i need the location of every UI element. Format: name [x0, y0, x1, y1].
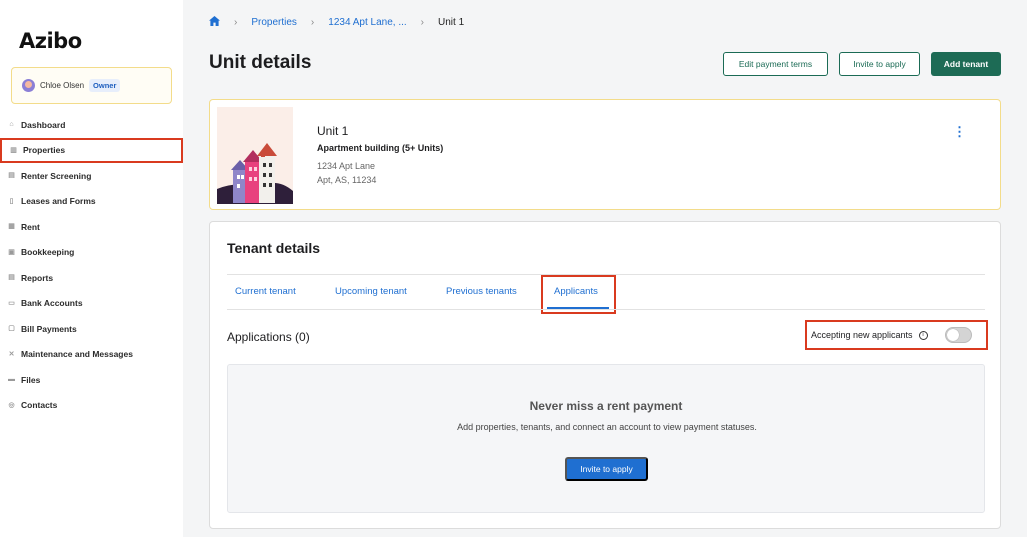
- sidebar-item-leases-and-forms[interactable]: ▯ Leases and Forms: [0, 189, 183, 215]
- bill-icon: ▢: [8, 325, 15, 333]
- accepting-applicants-control: Accepting new applicants i: [805, 320, 988, 350]
- user-avatar: [22, 79, 35, 92]
- divider: [227, 309, 985, 310]
- applications-title: Applications (0): [227, 330, 310, 344]
- empty-state-description: Add properties, tenants, and connect an …: [457, 422, 757, 432]
- sidebar-item-maintenance-and-messages[interactable]: ✕ Maintenance and Messages: [0, 342, 183, 368]
- account-name: Chloe Olsen: [40, 81, 85, 90]
- unit-address-line1: 1234 Apt Lane: [317, 161, 376, 171]
- contacts-icon: ◎: [8, 401, 15, 409]
- azibo-logo[interactable]: Azibo: [19, 29, 82, 53]
- sidebar-item-dashboard[interactable]: ⌂ Dashboard: [0, 112, 183, 138]
- sidebar-item-label: Dashboard: [21, 119, 66, 130]
- page-title: Unit details: [209, 52, 312, 73]
- sidebar-item-label: Maintenance and Messages: [21, 349, 133, 360]
- ledger-icon: ▣: [8, 248, 15, 256]
- unit-type: Apartment building (5+ Units): [317, 143, 444, 153]
- sidebar-item-bill-payments[interactable]: ▢ Bill Payments: [0, 316, 183, 342]
- tab-current-tenant[interactable]: Current tenant: [235, 286, 296, 297]
- sidebar-item-label: Bookkeeping: [21, 247, 75, 258]
- chevron-right-icon: ›: [420, 17, 425, 28]
- info-icon[interactable]: i: [918, 330, 928, 340]
- home-icon: ⌂: [9, 121, 14, 129]
- accepting-applicants-toggle[interactable]: [945, 327, 972, 343]
- wrench-icon: ✕: [8, 350, 15, 358]
- sidebar-item-label: Contacts: [21, 400, 58, 411]
- unit-address-line2: Apt, AS, 11234: [317, 175, 377, 185]
- tenant-details-card: Tenant details Current tenant Upcoming t…: [209, 221, 1001, 529]
- empty-state-title: Never miss a rent payment: [529, 399, 683, 413]
- sidebar-item-label: Renter Screening: [21, 170, 92, 181]
- folder-icon: ▬: [8, 376, 15, 384]
- sidebar-item-label: Bill Payments: [21, 323, 77, 334]
- invite-to-apply-button[interactable]: Invite to apply: [839, 52, 920, 76]
- sidebar-item-label: Bank Accounts: [21, 298, 83, 309]
- rent-icon: ▦: [8, 223, 15, 231]
- sidebar-nav: ⌂ Dashboard ▥ Properties ▤ Renter Screen…: [0, 112, 183, 418]
- sidebar-item-rent[interactable]: ▦ Rent: [0, 214, 183, 240]
- more-options-icon[interactable]: ⋮: [953, 125, 966, 138]
- sidebar: Azibo Chloe Olsen Owner ⌂ Dashboard ▥ Pr…: [0, 0, 183, 537]
- breadcrumb-properties[interactable]: Properties: [251, 17, 297, 28]
- edit-payment-terms-button[interactable]: Edit payment terms: [723, 52, 828, 76]
- sidebar-item-renter-screening[interactable]: ▤ Renter Screening: [0, 163, 183, 189]
- sidebar-item-label: Leases and Forms: [21, 196, 96, 207]
- sidebar-item-contacts[interactable]: ◎ Contacts: [0, 393, 183, 419]
- document-icon: ▯: [9, 197, 14, 205]
- breadcrumb: › Properties › 1234 Apt Lane, ... › Unit…: [209, 16, 464, 29]
- unit-name: Unit 1: [317, 124, 349, 138]
- role-badge: Owner: [89, 79, 121, 92]
- add-tenant-button[interactable]: Add tenant: [931, 52, 1001, 76]
- report-icon: ▤: [8, 274, 15, 282]
- empty-invite-to-apply-button[interactable]: Invite to apply: [565, 457, 648, 481]
- sidebar-item-bank-accounts[interactable]: ▭ Bank Accounts: [0, 291, 183, 317]
- screening-icon: ▤: [8, 172, 15, 180]
- bank-icon: ▭: [8, 299, 15, 307]
- sidebar-item-bookkeeping[interactable]: ▣ Bookkeeping: [0, 240, 183, 266]
- building-icon: ▥: [10, 146, 17, 154]
- breadcrumb-property[interactable]: 1234 Apt Lane, ...: [328, 17, 406, 28]
- tab-previous-tenants[interactable]: Previous tenants: [446, 286, 517, 297]
- tenant-details-title: Tenant details: [227, 240, 321, 256]
- chevron-right-icon: ›: [234, 17, 238, 28]
- accepting-applicants-label: Accepting new applicants: [811, 330, 913, 340]
- sidebar-item-label: Reports: [21, 272, 54, 283]
- breadcrumb-current: Unit 1: [438, 17, 465, 28]
- tab-upcoming-tenant[interactable]: Upcoming tenant: [335, 286, 407, 297]
- account-switcher[interactable]: Chloe Olsen Owner: [11, 67, 172, 104]
- sidebar-item-properties[interactable]: ▥ Properties: [0, 137, 183, 163]
- home-icon[interactable]: [209, 16, 220, 29]
- sidebar-item-label: Files: [21, 374, 41, 385]
- empty-state: Never miss a rent payment Add properties…: [227, 364, 985, 513]
- chevron-right-icon: ›: [310, 17, 315, 28]
- sidebar-item-label: Properties: [23, 145, 66, 156]
- sidebar-item-label: Rent: [21, 221, 40, 232]
- unit-card: Unit 1 Apartment building (5+ Units) 123…: [209, 99, 1001, 210]
- building-illustration: [217, 107, 293, 204]
- sidebar-item-files[interactable]: ▬ Files: [0, 367, 183, 393]
- sidebar-item-reports[interactable]: ▤ Reports: [0, 265, 183, 291]
